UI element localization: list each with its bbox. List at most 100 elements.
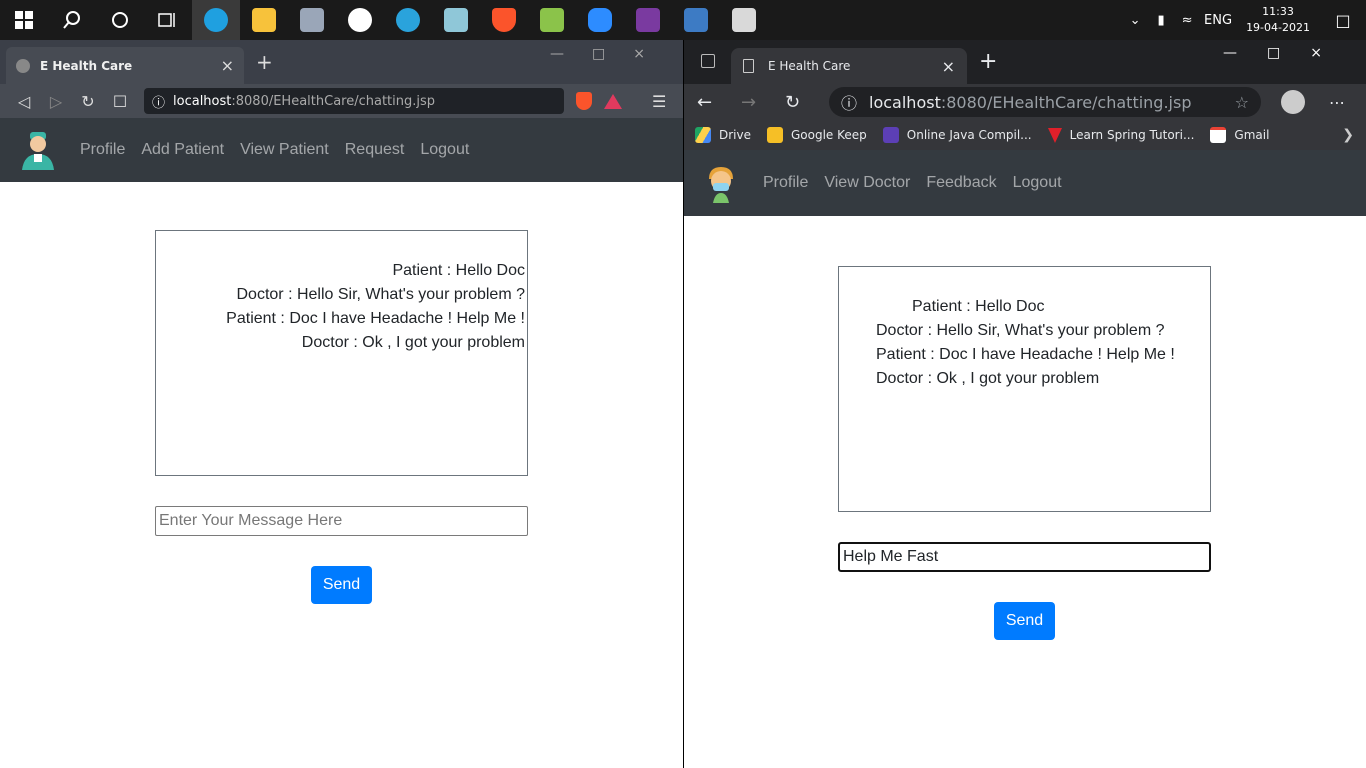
chevron-right-icon[interactable]: ❯ xyxy=(1342,127,1354,143)
brave-shield-icon[interactable] xyxy=(576,92,592,110)
photos-icon[interactable] xyxy=(672,0,720,40)
reload-icon[interactable]: ↻ xyxy=(785,92,829,113)
tab-title: E Health Care xyxy=(768,59,851,73)
presentation-icon[interactable] xyxy=(720,0,768,40)
window-divider xyxy=(683,40,684,768)
forward-icon[interactable]: ▷ xyxy=(40,92,72,111)
more-menu-icon[interactable]: ⋯ xyxy=(1329,93,1345,112)
patient-avatar-icon xyxy=(709,167,733,203)
keep-icon xyxy=(767,127,783,143)
message-input[interactable]: Enter Your Message Here xyxy=(155,506,528,536)
system-tray: ⌄ ▮ ≈ ENG 11:33 19-04-2021 □ xyxy=(1122,0,1366,40)
nav-profile[interactable]: Profile xyxy=(80,141,125,159)
back-icon[interactable]: ◁ xyxy=(8,92,40,111)
chat-history[interactable]: Patient : Hello Doc Doctor : Hello Sir, … xyxy=(838,266,1211,512)
bookmark-google-keep[interactable]: Google Keep xyxy=(767,127,867,143)
brave-icon[interactable] xyxy=(480,0,528,40)
nav-request[interactable]: Request xyxy=(345,141,405,159)
game-icon[interactable] xyxy=(624,0,672,40)
chat-history[interactable]: Patient : Hello Doc Doctor : Hello Sir, … xyxy=(155,230,528,476)
window-controls[interactable]: —□× xyxy=(1223,45,1352,61)
brave-rewards-icon[interactable] xyxy=(604,93,622,109)
nav-add-patient[interactable]: Add Patient xyxy=(141,141,224,159)
task-view-icon[interactable] xyxy=(144,0,192,40)
app-w-icon[interactable] xyxy=(336,0,384,40)
clock-date: 19-04-2021 xyxy=(1246,21,1310,34)
browser-toolbar: ← → ↻ ⓘ localhost :8080/EHealthCare/chat… xyxy=(683,84,1366,120)
send-button[interactable]: Send xyxy=(311,566,372,604)
browser-tab[interactable]: E Health Care × xyxy=(731,48,967,84)
windows-start-icon[interactable] xyxy=(0,0,48,40)
battery-icon[interactable]: ▮ xyxy=(1148,13,1174,28)
chat-message: Patient : Doc I have Headache ! Help Me … xyxy=(876,346,1175,363)
page-icon xyxy=(743,59,754,73)
info-icon[interactable]: ⓘ xyxy=(152,92,165,111)
doctor-avatar-icon xyxy=(22,132,54,170)
bookmark-star-icon[interactable]: ☆ xyxy=(1235,93,1249,112)
bookmark-label: Learn Spring Tutori... xyxy=(1069,128,1195,142)
bookmark-label: Online Java Compil... xyxy=(906,128,1032,142)
nav-profile[interactable]: Profile xyxy=(763,174,808,192)
lightning-icon xyxy=(882,127,899,143)
nav-logout[interactable]: Logout xyxy=(420,141,469,159)
bookmark-learn-spring[interactable]: Learn Spring Tutori... xyxy=(1047,127,1195,143)
nav-logout[interactable]: Logout xyxy=(1013,174,1062,192)
notepad-icon[interactable] xyxy=(528,0,576,40)
reload-icon[interactable]: ↻ xyxy=(72,92,104,111)
chat-message: Doctor : Hello Sir, What's your problem … xyxy=(876,322,1165,339)
app-icon[interactable] xyxy=(288,0,336,40)
message-input[interactable]: Help Me Fast xyxy=(838,542,1211,572)
nav-view-patient[interactable]: View Patient xyxy=(240,141,329,159)
browser-tab[interactable]: E Health Care × xyxy=(6,47,244,84)
left-browser-window: E Health Care × + —□× ◁ ▷ ↻ ☐ ⓘ localhos… xyxy=(0,40,683,768)
windows-taskbar: ⌄ ▮ ≈ ENG 11:33 19-04-2021 □ xyxy=(0,0,1366,40)
forward-icon[interactable]: → xyxy=(741,92,785,113)
search-icon[interactable] xyxy=(48,0,96,40)
chevron-up-icon[interactable]: ⌄ xyxy=(1122,13,1148,28)
info-icon[interactable]: ⓘ xyxy=(841,90,857,114)
nav-view-doctor[interactable]: View Doctor xyxy=(824,174,910,192)
close-tab-icon[interactable]: × xyxy=(221,56,234,75)
bookmarks-bar: Drive Google Keep Online Java Compil... … xyxy=(683,120,1366,150)
back-icon[interactable]: ← xyxy=(697,92,741,113)
bookmark-icon[interactable]: ☐ xyxy=(104,92,136,111)
bookmark-label: Google Keep xyxy=(791,128,867,142)
url-path: :8080/EHealthCare/chatting.jsp xyxy=(231,93,436,109)
tab-strip: E Health Care × + —□× xyxy=(0,40,683,84)
browser-toolbar: ◁ ▷ ↻ ☐ ⓘ localhost :8080/EHealthCare/ch… xyxy=(0,84,683,118)
wifi-icon[interactable]: ≈ xyxy=(1174,13,1200,28)
clock-time: 11:33 xyxy=(1262,5,1294,18)
nav-feedback[interactable]: Feedback xyxy=(926,174,996,192)
telegram-icon[interactable] xyxy=(384,0,432,40)
tab-actions-icon[interactable] xyxy=(701,54,715,68)
window-controls[interactable]: —□× xyxy=(550,46,673,62)
notes-icon[interactable] xyxy=(432,0,480,40)
bookmark-drive[interactable]: Drive xyxy=(695,127,751,143)
edge-icon[interactable] xyxy=(192,0,240,40)
chat-message: Patient : Doc I have Headache ! Help Me … xyxy=(226,310,525,327)
bookmark-online-java[interactable]: Online Java Compil... xyxy=(882,127,1032,143)
new-tab-icon[interactable]: + xyxy=(979,49,997,74)
bookmark-gmail[interactable]: Gmail xyxy=(1210,127,1269,143)
right-browser-window: E Health Care × + —□× ← → ↻ ⓘ localhost … xyxy=(683,40,1366,768)
url-host: localhost xyxy=(173,93,232,109)
language-indicator[interactable]: ENG xyxy=(1200,13,1236,28)
address-bar[interactable]: ⓘ localhost :8080/EHealthCare/chatting.j… xyxy=(144,88,564,114)
chat-message: Doctor : Ok , I got your problem xyxy=(876,370,1100,387)
menu-icon[interactable]: ☰ xyxy=(652,92,666,111)
app-navbar: Profile View Doctor Feedback Logout xyxy=(683,150,1366,216)
send-button[interactable]: Send xyxy=(994,602,1055,640)
new-tab-icon[interactable]: + xyxy=(256,50,273,74)
app-navbar: Profile Add Patient View Patient Request… xyxy=(0,118,683,182)
zoom-icon[interactable] xyxy=(576,0,624,40)
cortana-icon[interactable] xyxy=(96,0,144,40)
chat-message: Doctor : Ok , I got your problem xyxy=(301,334,525,351)
profile-avatar-icon[interactable] xyxy=(1281,90,1305,114)
close-tab-icon[interactable]: × xyxy=(942,57,955,76)
drive-icon xyxy=(695,127,711,143)
address-bar[interactable]: ⓘ localhost :8080/EHealthCare/chatting.j… xyxy=(829,87,1261,117)
tab-title: E Health Care xyxy=(40,58,133,73)
notification-icon[interactable]: □ xyxy=(1320,11,1366,30)
clock[interactable]: 11:33 19-04-2021 xyxy=(1236,4,1320,36)
file-explorer-icon[interactable] xyxy=(240,0,288,40)
